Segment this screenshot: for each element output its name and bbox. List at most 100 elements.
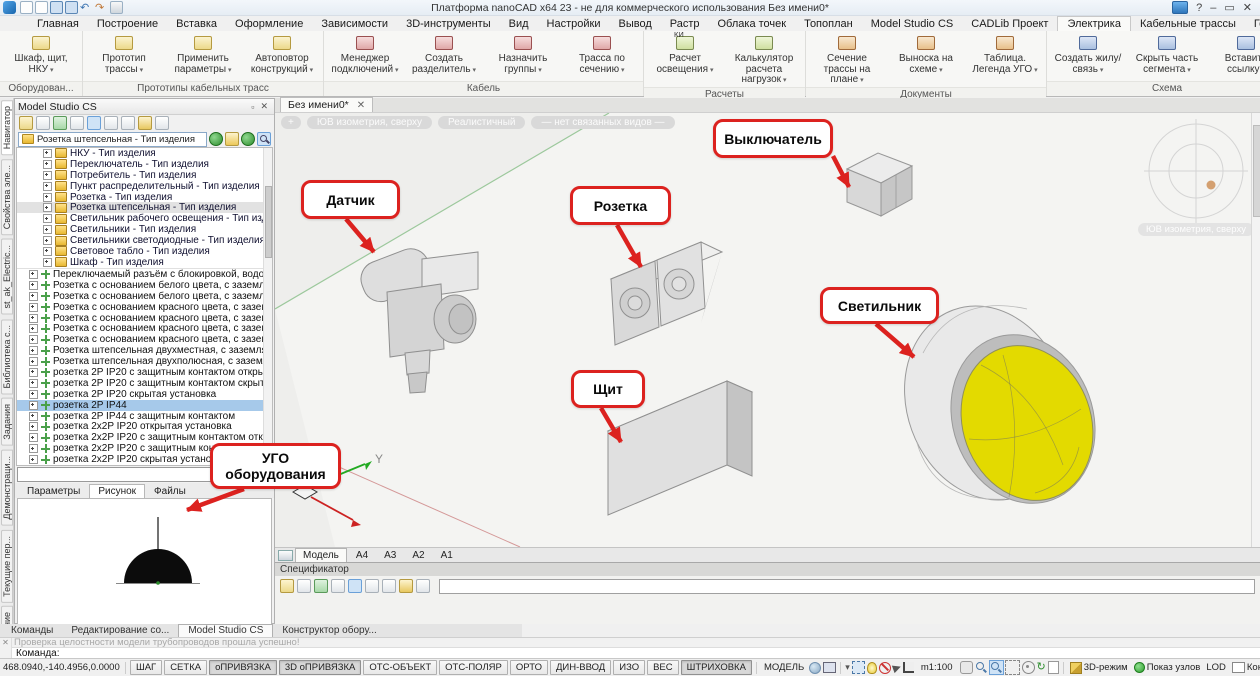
status-toggle-button[interactable]: ДИН-ВВОД [550, 660, 611, 675]
palette-tab[interactable]: Свойства эле... [1, 159, 13, 235]
document-tab[interactable]: Без имени0* ✕ [280, 97, 373, 112]
ribbon-button[interactable]: Создать разделитель ▾ [406, 33, 482, 76]
tree-item[interactable]: Светильники - Тип изделия [17, 224, 272, 235]
expand-icon[interactable] [29, 455, 38, 464]
list-item[interactable]: Розетка с основанием белого цвета, с заз… [17, 291, 272, 302]
ribbon-button[interactable]: Скрыть часть сегмента ▾ [1129, 33, 1205, 76]
globe-icon[interactable] [809, 662, 821, 674]
panel-tab[interactable]: Model Studio CS [178, 624, 273, 637]
panel-tab[interactable]: Команды [2, 625, 62, 637]
status-toggle-button[interactable]: ОРТО [510, 660, 548, 675]
ribbon-button[interactable]: Калькулятор расчета нагрузок ▾ [726, 33, 802, 87]
find-icon[interactable] [121, 116, 135, 130]
list-item[interactable]: Розетка с основанием красного цвета, с з… [17, 302, 272, 313]
menu-tab[interactable]: Вставка [167, 17, 226, 31]
new-file-icon[interactable] [20, 1, 33, 14]
status-toggle-button[interactable]: ОТС-ПОЛЯР [439, 660, 508, 675]
sheet-icon[interactable] [1048, 661, 1059, 674]
nanocad-logo[interactable] [3, 1, 16, 14]
status-toggle-button[interactable]: 3D оПРИВЯЗКА [279, 660, 362, 675]
ribbon-button[interactable]: Сечение трассы на плане ▾ [809, 33, 885, 87]
list-item[interactable]: розетка 2P IP44 [17, 400, 272, 411]
list-item[interactable]: розетка 2x2P IP20 с защитным контактом с… [17, 443, 272, 454]
tree-item[interactable]: Переключатель - Тип изделия [17, 159, 272, 170]
expand-icon[interactable] [29, 346, 38, 355]
list-item[interactable]: розетка 2P IP20 с защитным контактом отк… [17, 367, 272, 378]
detail-tab[interactable]: Рисунок [89, 484, 145, 499]
expand-icon[interactable] [29, 368, 38, 377]
funnel-icon[interactable] [138, 116, 152, 130]
minimize-button[interactable]: – [1210, 2, 1216, 14]
pin-icon[interactable]: ▫ [248, 102, 257, 112]
quick-search-input[interactable] [17, 467, 272, 482]
tree-item[interactable]: Светильники светодиодные - Тип изделия [17, 235, 272, 246]
tree-item[interactable]: Потребитель - Тип изделия [17, 170, 272, 181]
print-icon[interactable] [19, 116, 33, 130]
scrollbar-thumb[interactable] [1253, 125, 1260, 217]
settings-icon[interactable] [399, 579, 413, 593]
import-icon[interactable] [36, 116, 50, 130]
folder-open-icon[interactable] [225, 132, 239, 146]
back-icon[interactable] [209, 132, 223, 146]
open-file-icon[interactable] [35, 1, 48, 14]
list-item[interactable]: Переключаемый разъём с блокировкой, водо… [17, 269, 272, 280]
panel-tab[interactable]: Редактирование со... [62, 625, 178, 637]
palette-tab[interactable]: Задания [1, 398, 13, 446]
status-toggle[interactable]: Контур [1232, 662, 1260, 673]
status-toggle[interactable]: LOD [1206, 662, 1226, 673]
list-item[interactable]: розетка 2P IP44 с защитным контактом [17, 411, 272, 422]
view-control-pill[interactable]: Реалистичный [438, 116, 525, 129]
list-item[interactable]: розетка 2x2P IP20 скрытая установка [17, 454, 272, 465]
status-toggle-button[interactable]: ШТРИХОВКА [681, 660, 752, 675]
save-icon[interactable] [50, 1, 63, 14]
close-button[interactable]: ✕ [1243, 1, 1252, 14]
palette-tab[interactable]: Демонстраци... [1, 450, 13, 526]
menu-tab[interactable]: Вывод [609, 17, 660, 31]
status-toggle-button[interactable]: ВЕС [647, 660, 679, 675]
expand-icon[interactable] [29, 303, 38, 312]
menu-tab[interactable]: Зависимости [312, 17, 397, 31]
ribbon-button[interactable]: Создать жилу/связь ▾ [1050, 33, 1126, 76]
menu-tab[interactable]: Электрика [1057, 16, 1131, 32]
list-item[interactable]: Розетка штепсельная двухполюсная, с зазе… [17, 356, 272, 367]
tree-item[interactable]: Розетка штепсельная - Тип изделия [17, 202, 272, 213]
expand-icon[interactable] [29, 412, 38, 421]
status-toggle[interactable]: Показ узлов [1134, 662, 1201, 673]
match-properties-icon[interactable] [155, 116, 169, 130]
detail-tab[interactable]: Параметры [19, 485, 88, 498]
search-icon[interactable] [257, 132, 271, 146]
expand-icon[interactable] [29, 357, 38, 366]
expand-icon[interactable] [29, 335, 38, 344]
menu-tab[interactable]: CADLib Проект [962, 17, 1057, 31]
menu-tab[interactable]: Кабельные трассы [1131, 17, 1245, 31]
ruler-icon[interactable] [903, 662, 914, 673]
insert-table-icon[interactable] [297, 579, 311, 593]
calendar-icon[interactable] [1172, 1, 1188, 14]
sheet-tab[interactable]: А3 [377, 549, 403, 562]
list-item[interactable]: розетка 2P IP20 скрытая установка [17, 389, 272, 400]
expand-icon[interactable] [43, 236, 52, 245]
menu-tab[interactable]: Гео [1245, 17, 1260, 31]
ribbon-button[interactable]: Выноска на схеме ▾ [888, 33, 964, 76]
tables-icon[interactable] [314, 579, 328, 593]
expand-icon[interactable] [29, 324, 38, 333]
reload-left-icon[interactable] [331, 579, 345, 593]
tree-item[interactable]: Розетка - Тип изделия [17, 192, 272, 203]
tree-item[interactable]: Световое табло - Тип изделия [17, 246, 272, 257]
menu-tab[interactable]: Растр [661, 17, 709, 31]
view-control-pill[interactable]: + [281, 116, 301, 129]
export-table-icon[interactable] [416, 579, 430, 593]
pan-icon[interactable] [960, 661, 973, 674]
sheet-tab[interactable]: А4 [349, 549, 375, 562]
select-icon[interactable] [852, 661, 865, 674]
expand-icon[interactable] [29, 270, 38, 279]
reload-right-icon[interactable] [348, 579, 362, 593]
expand-icon[interactable] [29, 433, 38, 442]
view-control-pill[interactable]: — нет связанных видов — [531, 116, 674, 129]
sort-icon[interactable] [280, 579, 294, 593]
tree-item[interactable]: НКУ - Тип изделия [17, 148, 272, 159]
expand-icon[interactable] [43, 171, 52, 180]
list-item[interactable]: розетка 2P IP20 с защитным контактом скр… [17, 378, 272, 389]
palette-scrollbar[interactable] [263, 148, 272, 465]
list-item[interactable]: Розетка с основанием красного цвета, с з… [17, 313, 272, 324]
